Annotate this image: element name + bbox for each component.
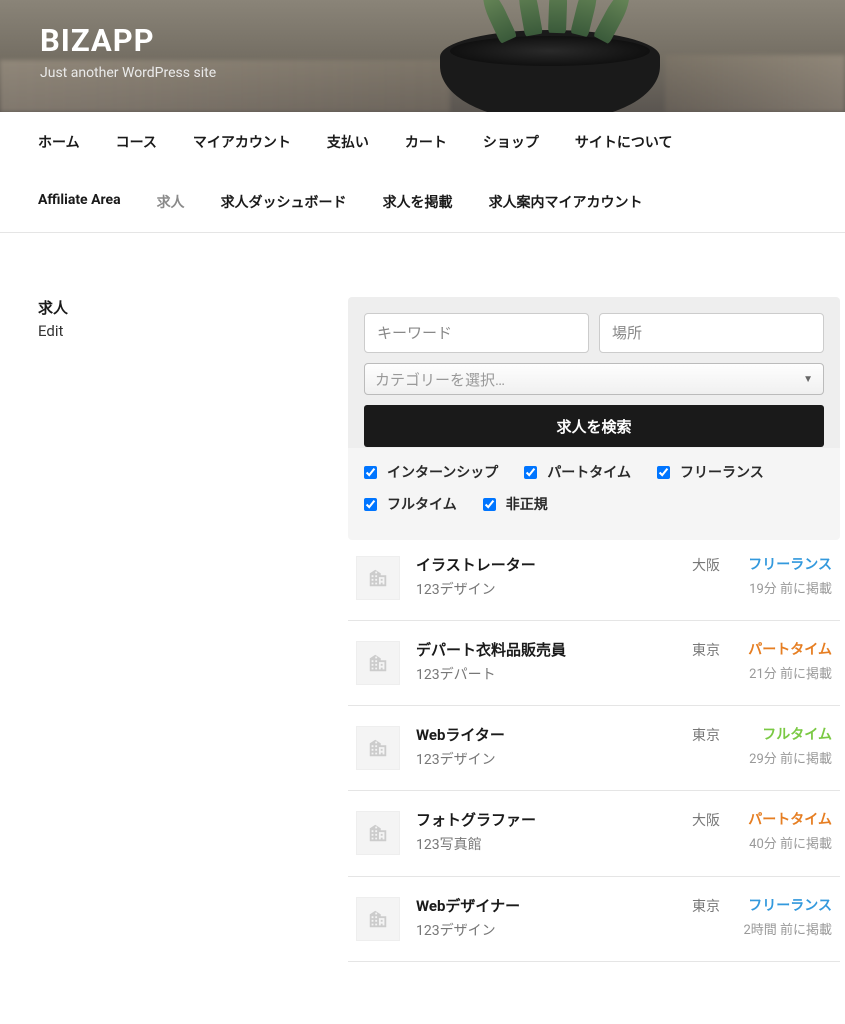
- job-meta: フルタイム 29分 前に掲載: [736, 724, 832, 770]
- company-logo-placeholder: [356, 726, 400, 770]
- job-type[interactable]: パートタイム: [736, 639, 832, 659]
- main-nav: ホームコースマイアカウント支払いカートショップサイトについて Affiliate …: [0, 112, 845, 233]
- job-posted-time: 40分 前に掲載: [736, 835, 832, 855]
- job-company: 123デパート: [416, 664, 644, 684]
- job-item[interactable]: フォトグラファー 123写真館大阪パートタイム 40分 前に掲載: [348, 791, 840, 876]
- job-posted-time: 19分 前に掲載: [736, 580, 832, 600]
- job-company: 123写真館: [416, 834, 644, 854]
- nav-item-1[interactable]: コース: [116, 112, 157, 172]
- job-posted-time: 21分 前に掲載: [736, 665, 832, 685]
- nav-item-6[interactable]: サイトについて: [575, 112, 673, 172]
- company-logo-placeholder: [356, 897, 400, 941]
- nav-item-10[interactable]: 求人を掲載: [383, 172, 453, 232]
- nav-item-9[interactable]: 求人ダッシュボード: [221, 172, 347, 232]
- job-info: イラストレーター 123デザイン: [416, 554, 644, 600]
- job-company: 123デザイン: [416, 579, 644, 599]
- chevron-down-icon: ▼: [803, 374, 813, 385]
- job-title[interactable]: Webライター: [416, 724, 644, 745]
- filter-label: 非正規: [506, 494, 548, 514]
- location-input[interactable]: [599, 313, 824, 353]
- job-item[interactable]: デパート衣料品販売員 123デパート東京パートタイム 21分 前に掲載: [348, 621, 840, 706]
- job-title[interactable]: フォトグラファー: [416, 809, 644, 830]
- filters-panel: インターンシップ パートタイム フリーランスフルタイム 非正規: [348, 448, 840, 540]
- search-panel: カテゴリーを選択… ▼ 求人を検索: [348, 297, 840, 448]
- filter-label: パートタイム: [547, 462, 631, 482]
- category-select[interactable]: カテゴリーを選択… ▼: [364, 363, 824, 395]
- job-item[interactable]: Webデザイナー 123デザイン東京フリーランス 2時間 前に掲載: [348, 877, 840, 962]
- filter-0[interactable]: インターンシップ: [364, 462, 498, 482]
- filter-label: インターンシップ: [387, 462, 498, 482]
- job-info: デパート衣料品販売員 123デパート: [416, 639, 644, 685]
- site-header: BIZAPP Just another WordPress site: [0, 0, 845, 112]
- nav-item-0[interactable]: ホーム: [38, 112, 80, 172]
- job-posted-time: 29分 前に掲載: [736, 750, 832, 770]
- job-company: 123デザイン: [416, 920, 644, 940]
- job-info: フォトグラファー 123写真館: [416, 809, 644, 855]
- job-info: Webデザイナー 123デザイン: [416, 895, 644, 941]
- job-meta: パートタイム 40分 前に掲載: [736, 809, 832, 855]
- job-title[interactable]: イラストレーター: [416, 554, 644, 575]
- main-content: カテゴリーを選択… ▼ 求人を検索 インターンシップパートタイムフリーランスフル…: [348, 297, 840, 962]
- page-title: 求人: [38, 297, 308, 318]
- category-placeholder: カテゴリーを選択…: [375, 369, 505, 390]
- filter-4[interactable]: 非正規: [483, 494, 548, 514]
- filter-checkbox-1[interactable]: [524, 466, 537, 479]
- job-type[interactable]: パートタイム: [736, 809, 832, 829]
- search-button[interactable]: 求人を検索: [364, 405, 824, 447]
- job-item[interactable]: イラストレーター 123デザイン大阪フリーランス 19分 前に掲載: [348, 540, 840, 621]
- job-meta: パートタイム 21分 前に掲載: [736, 639, 832, 685]
- site-title[interactable]: BIZAPP: [40, 22, 805, 59]
- filter-3[interactable]: フルタイム: [364, 494, 457, 514]
- job-location: 東京: [660, 895, 720, 941]
- filter-checkbox-2[interactable]: [657, 466, 670, 479]
- nav-item-11[interactable]: 求人案内マイアカウント: [489, 172, 643, 232]
- job-location: 東京: [660, 724, 720, 770]
- site-tagline: Just another WordPress site: [40, 65, 805, 81]
- job-posted-time: 2時間 前に掲載: [736, 921, 832, 941]
- job-list: イラストレーター123デザイン大阪フリーランス19分 前に掲載デパート衣料品販売…: [348, 540, 840, 962]
- job-title[interactable]: Webデザイナー: [416, 895, 644, 916]
- filter-1[interactable]: パートタイム: [524, 462, 631, 482]
- job-type[interactable]: フリーランス: [736, 554, 832, 574]
- filter-checkbox-4[interactable]: [483, 498, 496, 511]
- nav-item-5[interactable]: ショップ: [483, 112, 539, 172]
- job-item[interactable]: Webライター 123デザイン東京フルタイム 29分 前に掲載: [348, 706, 840, 791]
- job-company: 123デザイン: [416, 749, 644, 769]
- job-info: Webライター 123デザイン: [416, 724, 644, 770]
- filter-checkbox-0[interactable]: [364, 466, 377, 479]
- job-location: 東京: [660, 639, 720, 685]
- job-meta: フリーランス 19分 前に掲載: [736, 554, 832, 600]
- job-type[interactable]: フリーランス: [736, 895, 832, 915]
- sidebar: 求人 Edit: [38, 297, 308, 962]
- job-title[interactable]: デパート衣料品販売員: [416, 639, 644, 660]
- company-logo-placeholder: [356, 556, 400, 600]
- company-logo-placeholder: [356, 811, 400, 855]
- job-location: 大阪: [660, 809, 720, 855]
- job-meta: フリーランス 2時間 前に掲載: [736, 895, 832, 941]
- nav-item-2[interactable]: マイアカウント: [193, 112, 291, 172]
- filter-2[interactable]: フリーランス: [657, 462, 764, 482]
- nav-item-3[interactable]: 支払い: [327, 112, 369, 172]
- nav-item-8[interactable]: 求人: [157, 172, 185, 232]
- job-type[interactable]: フルタイム: [736, 724, 832, 744]
- job-location: 大阪: [660, 554, 720, 600]
- nav-item-7[interactable]: Affiliate Area: [38, 172, 121, 232]
- filter-label: フリーランス: [680, 462, 764, 482]
- keyword-input[interactable]: [364, 313, 589, 353]
- nav-item-4[interactable]: カート: [405, 112, 447, 172]
- filter-label: フルタイム: [387, 494, 457, 514]
- filter-checkbox-3[interactable]: [364, 498, 377, 511]
- edit-link[interactable]: Edit: [38, 322, 308, 340]
- company-logo-placeholder: [356, 641, 400, 685]
